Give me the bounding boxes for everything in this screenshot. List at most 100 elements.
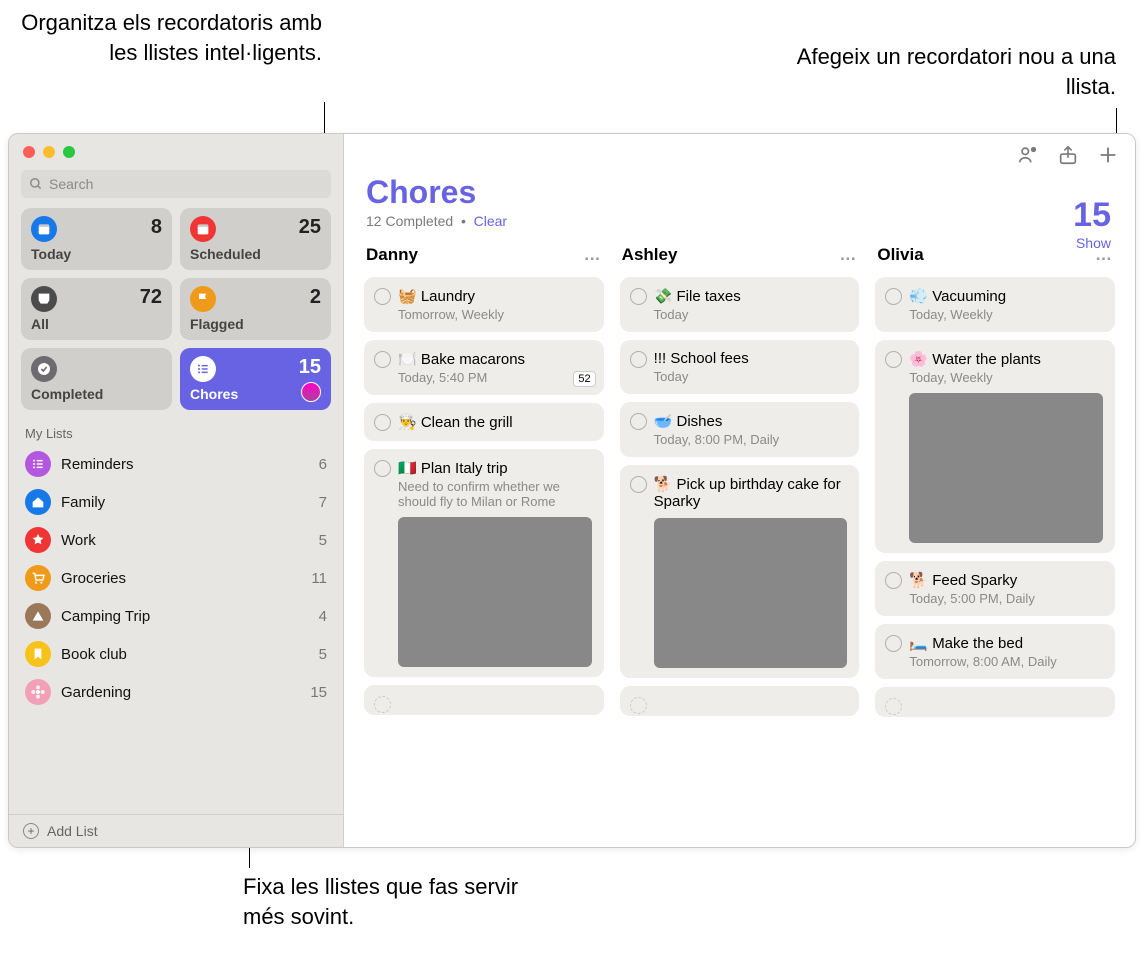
show-completed-button[interactable]: Show	[1073, 235, 1111, 251]
task-subtitle: Tomorrow, 8:00 AM, Daily	[909, 654, 1103, 669]
card-count: 72	[140, 286, 162, 309]
task[interactable]: 🥣 DishesToday, 8:00 PM, Daily	[620, 402, 860, 457]
task-checkbox[interactable]	[374, 696, 391, 713]
task-subtitle: Today, 5:40 PM	[398, 370, 592, 385]
calendar-icon	[31, 216, 57, 242]
column-olivia: Olivia…💨 VacuumingToday, Weekly🌸 Water t…	[875, 241, 1115, 835]
completed-count: 12 Completed	[366, 213, 453, 229]
check-icon	[31, 356, 57, 382]
share-icon[interactable]	[1057, 144, 1079, 166]
task-checkbox[interactable]	[374, 288, 391, 305]
list-name: Gardening	[61, 684, 300, 701]
avatar	[301, 382, 321, 402]
add-reminder-button[interactable]	[1097, 144, 1119, 166]
task[interactable]: 💸 File taxesToday	[620, 277, 860, 332]
task-checkbox[interactable]	[630, 476, 647, 493]
task-checkbox[interactable]	[885, 635, 902, 652]
task[interactable]: 🍽️ Bake macaronsToday, 5:40 PM52	[364, 340, 604, 395]
task[interactable]: 🛏️ Make the bed Tomorrow, 8:00 AM, Daily	[875, 624, 1115, 679]
task[interactable]: 🐕 Pick up birthday cake for Sparky	[620, 465, 860, 678]
task-title: 🐕 Feed Sparky	[909, 571, 1103, 589]
task-title: 🥣 Dishes	[654, 412, 848, 430]
tray-icon	[31, 286, 57, 312]
task-subtitle: Today	[654, 369, 848, 384]
card-count: 8	[151, 216, 162, 239]
task[interactable]: !!! School fees Today	[620, 340, 860, 394]
task[interactable]: 🐕 Feed SparkyToday, 5:00 PM, Daily	[875, 561, 1115, 616]
smart-card-chores[interactable]: 15Chores	[180, 348, 331, 410]
card-count: 25	[299, 216, 321, 239]
task[interactable]: 🌸 Water the plantsToday, Weekly	[875, 340, 1115, 553]
add-list-label: Add List	[47, 823, 98, 839]
zoom-dot[interactable]	[63, 146, 75, 158]
task-title: 🍽️ Bake macarons	[398, 350, 592, 368]
toolbar	[344, 134, 1135, 170]
task-checkbox[interactable]	[374, 414, 391, 431]
add-list-button[interactable]: + Add List	[9, 814, 343, 847]
task-title: 🇮🇹 Plan Italy trip	[398, 459, 592, 477]
task-checkbox[interactable]	[630, 697, 647, 714]
task-checkbox[interactable]	[885, 351, 902, 368]
list-row-camping-trip[interactable]: Camping Trip4	[9, 597, 343, 635]
plus-icon: +	[23, 823, 39, 839]
task-checkbox[interactable]	[885, 288, 902, 305]
list-row-book-club[interactable]: Book club5	[9, 635, 343, 673]
new-task-placeholder[interactable]	[364, 685, 604, 715]
callout-pin-lists: Fixa les llistes que fas servir més sovi…	[243, 872, 523, 931]
smart-card-completed[interactable]: Completed	[21, 348, 172, 410]
card-label: Today	[31, 246, 162, 262]
callout-add-reminder: Afegeix un recordatori nou a una llista.	[776, 42, 1116, 101]
task-checkbox[interactable]	[630, 351, 647, 368]
task-subtitle: Today, Weekly	[909, 307, 1103, 322]
task[interactable]: 💨 Vacuuming Today, Weekly	[875, 277, 1115, 332]
collaborate-icon[interactable]	[1017, 144, 1039, 166]
column-more-button[interactable]: …	[839, 245, 857, 265]
task-image	[398, 517, 592, 667]
column-danny: Danny…🧺 LaundryTomorrow, Weekly🍽️ Bake m…	[364, 241, 604, 835]
task-title: 🐕 Pick up birthday cake for Sparky	[654, 475, 848, 510]
smart-card-today[interactable]: 8 Today	[21, 208, 172, 270]
task-title: 🛏️ Make the bed	[909, 634, 1103, 652]
list-count: 15	[310, 684, 327, 701]
task-subtitle: Tomorrow, Weekly	[398, 307, 592, 322]
task-checkbox[interactable]	[630, 413, 647, 430]
smart-card-flagged[interactable]: 2Flagged	[180, 278, 331, 340]
star-icon	[25, 527, 51, 553]
calendar-icon	[190, 216, 216, 242]
list-name: Work	[61, 532, 309, 549]
minimize-dot[interactable]	[43, 146, 55, 158]
task-checkbox[interactable]	[374, 460, 391, 477]
task-checkbox[interactable]	[374, 351, 391, 368]
list-row-work[interactable]: Work5	[9, 521, 343, 559]
task-checkbox[interactable]	[885, 572, 902, 589]
task-title: 🌸 Water the plants	[909, 350, 1103, 368]
search-input[interactable]: Search	[21, 170, 331, 198]
column-ashley: Ashley…💸 File taxesToday!!! School feesT…	[620, 241, 860, 835]
card-label: Scheduled	[190, 246, 321, 262]
task[interactable]: 🇮🇹 Plan Italy tripNeed to confirm whethe…	[364, 449, 604, 677]
smart-card-all[interactable]: 72All	[21, 278, 172, 340]
task[interactable]: 👨‍🍳 Clean the grill	[364, 403, 604, 441]
search-icon	[29, 177, 43, 191]
task-checkbox[interactable]	[885, 698, 902, 715]
main-header: Chores 12 Completed • Clear	[344, 170, 1135, 233]
task[interactable]: 🧺 Laundry Tomorrow, Weekly	[364, 277, 604, 332]
smart-card-scheduled[interactable]: 25 Scheduled	[180, 208, 331, 270]
new-task-placeholder[interactable]	[620, 686, 860, 716]
new-task-placeholder[interactable]	[875, 687, 1115, 717]
list-row-reminders[interactable]: Reminders6	[9, 445, 343, 483]
close-dot[interactable]	[23, 146, 35, 158]
task-checkbox[interactable]	[630, 288, 647, 305]
task-title: 🧺 Laundry	[398, 287, 592, 305]
list-row-gardening[interactable]: Gardening 15	[9, 673, 343, 711]
task-image	[909, 393, 1103, 543]
sidebar: Search 8 Today 25 Scheduled 72All2FlaggedCom…	[9, 134, 344, 847]
task-title: 👨‍🍳 Clean the grill	[398, 413, 592, 431]
task-title: !!! School fees	[654, 350, 848, 367]
clear-completed-button[interactable]: Clear	[474, 213, 507, 229]
column-more-button[interactable]: …	[584, 245, 602, 265]
list-row-groceries[interactable]: Groceries11	[9, 559, 343, 597]
tent-icon	[25, 603, 51, 629]
list-row-family[interactable]: Family7	[9, 483, 343, 521]
task-title: 💨 Vacuuming	[909, 287, 1103, 305]
